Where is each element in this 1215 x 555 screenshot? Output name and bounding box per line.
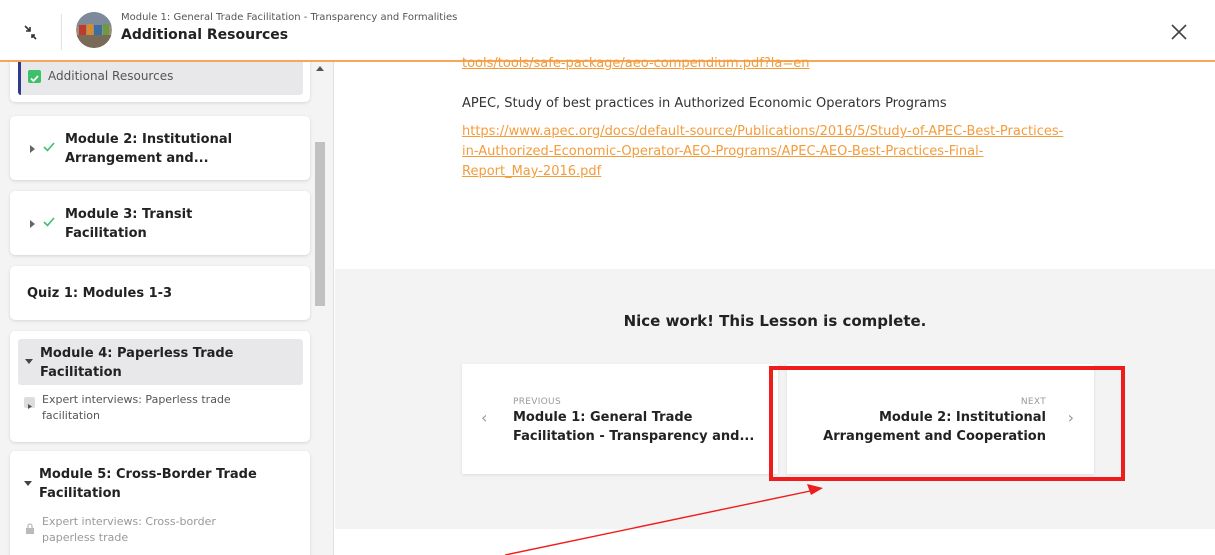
module-5-title[interactable]: Module 5: Cross-Border Trade Facilitatio…: [39, 465, 257, 503]
scroll-up-arrow-icon[interactable]: [316, 66, 324, 71]
active-lesson-label: Additional Resources: [48, 69, 174, 83]
module-1-card: Additional Resources: [10, 62, 310, 102]
module-4-title: Module 4: Paperless Trade Facilitation: [40, 346, 234, 380]
module-3-card[interactable]: Module 3: Transit Facilitation: [10, 191, 310, 255]
lesson-complete-message: Nice work! This Lesson is complete.: [623, 312, 927, 330]
previous-lesson-title: Module 1: General Trade Facilitation - T…: [513, 410, 755, 444]
chevron-left-icon: ‹: [481, 408, 488, 427]
quiz-1-card[interactable]: Quiz 1: Modules 1-3: [10, 266, 310, 320]
reference-text: APEC, Study of best practices in Authori…: [462, 96, 947, 111]
module-4-card: Module 4: Paperless Trade Facilitation E…: [10, 331, 310, 442]
course-thumbnail: [76, 12, 112, 48]
course-subtitle: Module 1: General Trade Facilitation - T…: [121, 12, 458, 23]
scrollbar-thumb[interactable]: [315, 142, 325, 306]
previous-label: PREVIOUS: [513, 397, 561, 407]
module-2-card[interactable]: Module 2: Institutional Arrangement and.…: [10, 116, 310, 180]
close-icon[interactable]: [1169, 22, 1189, 42]
quiz-1-title: Quiz 1: Modules 1-3: [27, 286, 173, 301]
annotation-arrow: [504, 484, 823, 555]
check-icon: [42, 214, 56, 233]
caret-right-icon: [30, 145, 35, 153]
lock-icon: [25, 520, 35, 539]
check-icon: [42, 139, 56, 158]
course-outline-sidebar: Additional Resources Module 2: Instituti…: [0, 62, 334, 555]
sidebar-scrollbar[interactable]: [313, 62, 327, 555]
active-lesson-item[interactable]: Additional Resources: [18, 62, 303, 95]
previous-lesson-button[interactable]: ‹ PREVIOUS Module 1: General Trade Facil…: [462, 364, 778, 474]
play-icon: [24, 397, 35, 409]
lesson-header: Module 1: General Trade Facilitation - T…: [0, 0, 1215, 62]
collapse-arrows-icon[interactable]: [20, 22, 42, 44]
module-4-lesson[interactable]: Expert interviews: Paperless trade facil…: [42, 392, 231, 424]
header-divider: [61, 14, 62, 50]
module-2-title: Module 2: Institutional Arrangement and.…: [65, 132, 233, 166]
check-square-icon: [28, 70, 41, 83]
compendium-link[interactable]: tools/tools/safe-package/aeo-compendium.…: [462, 56, 1215, 70]
module-3-title: Module 3: Transit Facilitation: [65, 207, 193, 241]
lesson-title: Additional Resources: [121, 27, 289, 43]
caret-right-icon: [30, 220, 35, 228]
caret-down-icon: [25, 359, 33, 364]
module-5-card: Module 5: Cross-Border Trade Facilitatio…: [10, 451, 310, 555]
caret-down-icon: [24, 481, 32, 486]
apec-report-link[interactable]: https://www.apec.org/docs/default-source…: [462, 122, 1102, 182]
module-5-lesson: Expert interviews: Cross-border paperles…: [42, 515, 216, 544]
module-4-header[interactable]: Module 4: Paperless Trade Facilitation: [18, 339, 303, 385]
lesson-content: tools/tools/safe-package/aeo-compendium.…: [335, 56, 1215, 555]
